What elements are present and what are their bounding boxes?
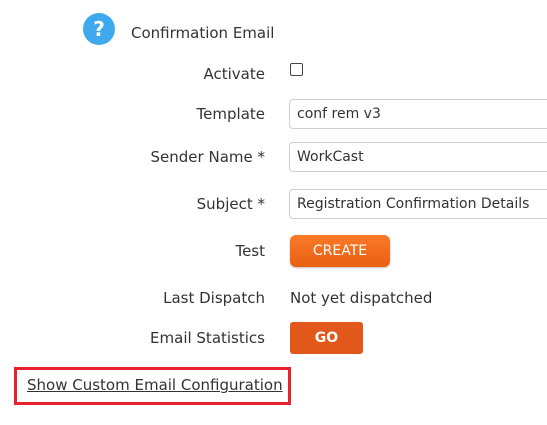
last-dispatch-label: Last Dispatch [163,289,265,307]
show-custom-email-configuration-link[interactable]: Show Custom Email Configuration [27,376,283,394]
activate-label: Activate [203,65,265,83]
email-statistics-label: Email Statistics [150,329,265,347]
last-dispatch-value: Not yet dispatched [290,289,433,307]
sender-name-input[interactable] [289,142,547,172]
question-mark-icon[interactable]: ? [83,13,115,45]
test-label: Test [235,242,265,260]
sender-name-label: Sender Name * [150,148,265,166]
subject-label: Subject * [196,195,265,213]
template-label: Template [196,105,265,123]
go-button[interactable]: GO [290,322,363,354]
email-settings-panel: ? Confirmation Email Activate Template S… [0,0,547,425]
subject-input[interactable] [289,189,547,219]
create-button[interactable]: CREATE [290,235,390,267]
template-input[interactable] [289,99,547,129]
section-title: Confirmation Email [131,24,275,42]
activate-checkbox[interactable] [290,63,303,76]
